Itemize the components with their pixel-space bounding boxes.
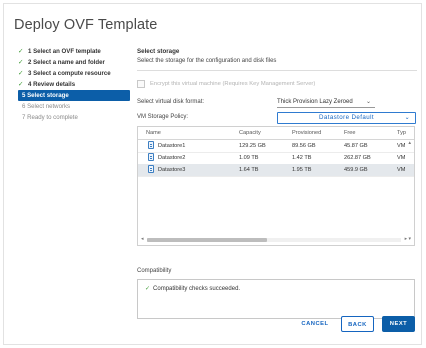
step-5[interactable]: 5 Select storage — [18, 90, 130, 101]
check-icon: ✓ — [18, 81, 24, 88]
column-header-capacity[interactable]: Capacity — [239, 130, 261, 136]
compatibility-box: ✓ Compatibility checks succeeded. — [137, 279, 415, 319]
disk-format-label: Select virtual disk format: — [137, 99, 205, 105]
cancel-button[interactable]: CANCEL — [295, 316, 335, 332]
column-header-type[interactable]: Typ — [397, 130, 406, 136]
storage-policy-select[interactable]: Datastore Default ⌄ — [277, 112, 416, 124]
datastore-icon — [148, 141, 154, 149]
storage-policy-label: VM Storage Policy: — [137, 114, 189, 120]
encrypt-checkbox[interactable] — [137, 80, 145, 88]
horizontal-scrollbar[interactable]: ◂ ▸ ▾ — [141, 236, 411, 243]
table-header: Name Capacity Provisioned Free Typ — [138, 127, 414, 140]
step-2[interactable]: ✓ 2 Select a name and folder — [18, 57, 130, 68]
step-6: 6 Select networks — [22, 103, 71, 110]
scroll-thumb[interactable] — [147, 238, 267, 242]
chevron-down-icon: ⌄ — [365, 99, 371, 105]
step-4[interactable]: ✓ 4 Review details — [18, 79, 130, 90]
datastore-table: Name Capacity Provisioned Free Typ ▲ Dat… — [137, 126, 415, 246]
back-button[interactable]: BACK — [341, 316, 374, 332]
datastore-icon — [148, 153, 154, 161]
scroll-left-arrow[interactable]: ◂ — [141, 236, 144, 242]
divider — [137, 70, 417, 71]
disk-format-select[interactable]: Thick Provision Lazy Zeroed ⌄ — [277, 97, 375, 108]
dialog-title: Deploy OVF Template — [14, 17, 158, 33]
chevron-down-icon: ⌄ — [404, 115, 410, 121]
table-row-selected[interactable]: Datastore3 1.64 TB 1.95 TB 459.9 GB VM — [138, 164, 414, 177]
check-icon: ✓ — [18, 48, 24, 55]
compatibility-label: Compatibility — [137, 268, 172, 274]
step-1[interactable]: ✓ 1 Select an OVF template — [18, 46, 130, 57]
compatibility-message: ✓ Compatibility checks succeeded. — [145, 286, 241, 292]
step-3[interactable]: ✓ 3 Select a compute resource — [18, 68, 130, 79]
check-icon: ✓ — [18, 70, 24, 77]
deploy-ovf-dialog: Deploy OVF Template ✓ 1 Select an OVF tem… — [3, 3, 422, 345]
section-title: Select storage — [137, 48, 180, 55]
next-button[interactable]: NEXT — [382, 316, 415, 332]
section-description: Select the storage for the configuration… — [137, 58, 277, 64]
check-icon: ✓ — [145, 286, 151, 292]
step-7: 7 Ready to complete — [22, 114, 78, 121]
scroll-right-arrow[interactable]: ▸ ▾ — [405, 236, 411, 242]
column-header-free[interactable]: Free — [344, 130, 356, 136]
wizard-steps: ✓ 1 Select an OVF template ✓ 2 Select a na… — [18, 46, 130, 123]
column-header-provisioned[interactable]: Provisioned — [292, 130, 321, 136]
encrypt-vm-option: Encrypt this virtual machine (Requires K… — [137, 80, 315, 88]
column-header-name[interactable]: Name — [146, 130, 161, 136]
check-icon: ✓ — [18, 59, 24, 66]
encrypt-label: Encrypt this virtual machine (Requires K… — [150, 81, 316, 87]
datastore-icon — [148, 165, 154, 173]
